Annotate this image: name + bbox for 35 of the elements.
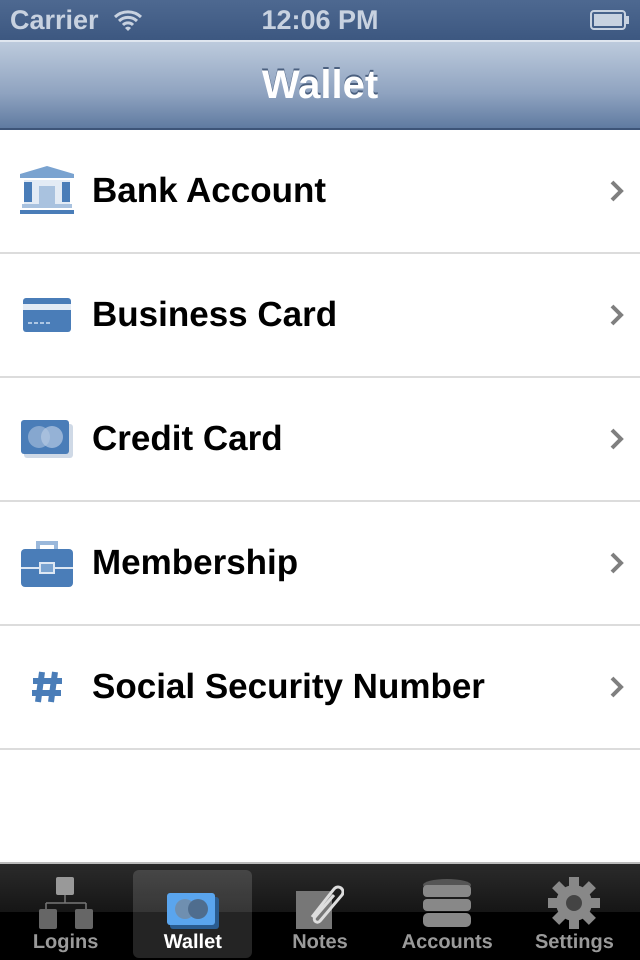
tab[interactable]: Accounts <box>388 870 507 958</box>
wifi-icon <box>112 9 143 31</box>
hash-icon <box>30 670 64 704</box>
bank-icon <box>20 166 74 216</box>
item-label: Social Security Number <box>92 667 486 707</box>
credit-card-icon <box>166 893 219 929</box>
screen-title: Wallet <box>262 62 378 108</box>
database-icon <box>423 879 472 929</box>
paperclip-note-icon <box>296 883 344 929</box>
item-label: Bank Account <box>92 171 328 211</box>
briefcase-icon <box>21 539 73 587</box>
settings-icon <box>548 877 600 929</box>
list-item[interactable]: Bank Account <box>0 130 640 254</box>
item-label: Credit Card <box>92 419 284 459</box>
tab[interactable]: Settings <box>514 870 634 958</box>
carrier-name: Carrier <box>10 4 99 36</box>
credit-card-icon <box>21 420 73 458</box>
chevron-icon <box>610 676 624 698</box>
item-label: Business Card <box>92 295 338 335</box>
status-time: 12:06 PM <box>261 4 379 34</box>
tab[interactable]: Notes <box>260 870 380 958</box>
chevron-icon <box>610 552 624 574</box>
chevron-icon <box>610 428 624 450</box>
list-item[interactable]: Membership <box>0 502 640 626</box>
tab[interactable]: Wallet <box>133 870 252 958</box>
list-item[interactable]: Business Card <box>0 254 640 378</box>
list-item[interactable]: Social Security Number <box>0 626 640 750</box>
chevron-icon <box>610 180 624 202</box>
list-item[interactable]: Credit Card <box>0 378 640 502</box>
battery-icon <box>590 10 630 30</box>
card-icon <box>23 298 71 332</box>
hierarchy-icon <box>38 877 93 929</box>
tab[interactable]: Logins <box>6 870 126 958</box>
chevron-icon <box>610 304 624 326</box>
item-label: Membership <box>92 543 300 583</box>
